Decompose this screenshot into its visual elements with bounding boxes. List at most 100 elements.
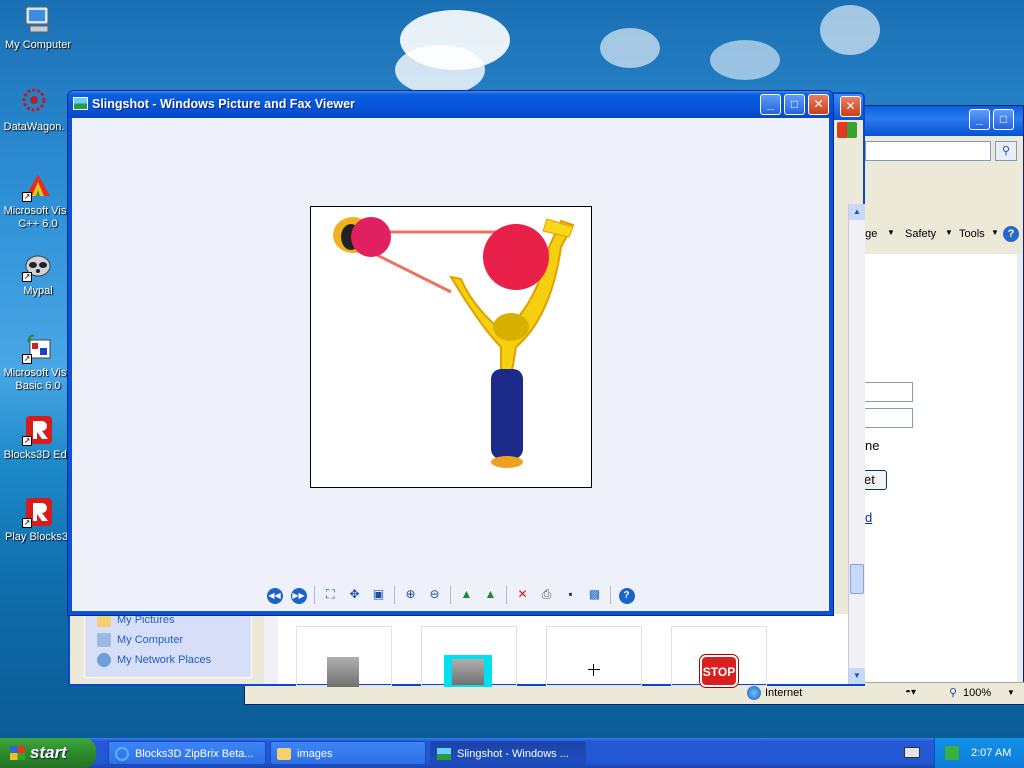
folder-scrollbar[interactable]: ▲ ▼ (848, 204, 865, 684)
edit-image-button[interactable]: ▩ (584, 584, 605, 605)
print-button[interactable]: ⎙ (536, 584, 557, 605)
folder-h-scroll[interactable] (264, 680, 848, 684)
ie-link[interactable]: d (865, 510, 872, 525)
cloud (395, 45, 485, 95)
desktop-icon-my-computer[interactable]: My Computer (0, 4, 76, 52)
save-icon: ▪ (568, 587, 573, 601)
toolbar-separator (314, 586, 315, 604)
thumbnail[interactable]: STOP (671, 626, 767, 687)
visual-basic-icon: ↗ (22, 332, 54, 364)
slideshow-icon: ▣ (372, 587, 385, 601)
rotate-counterclockwise-button[interactable]: ▲ (480, 584, 501, 605)
datawagon-icon (18, 86, 50, 118)
print-icon: ⎙ (541, 587, 552, 601)
mouse-cursor (588, 664, 600, 676)
ie-content: ne et d (861, 254, 1023, 684)
best-fit-button[interactable]: ⛶ (320, 584, 341, 605)
computer-icon (22, 4, 54, 36)
taskbar-item-slingshot[interactable]: Slingshot - Windows ... (430, 741, 586, 765)
actual-size-button[interactable]: ✥ (344, 584, 365, 605)
search-icon[interactable]: ⚲ (995, 141, 1017, 161)
toolbar-separator (506, 586, 507, 604)
ie-text-field[interactable] (863, 408, 913, 428)
maximize-button[interactable]: □ (784, 94, 805, 115)
help-button[interactable]: ? (616, 584, 637, 605)
next-image-button[interactable]: ▶▶ (288, 584, 309, 605)
scroll-up-arrow[interactable]: ▲ (849, 204, 865, 220)
folder-file-area: STOP (264, 614, 848, 687)
desktop-icon-datawagon[interactable]: DataWagon. (0, 86, 72, 134)
ie-search-input[interactable] (865, 141, 991, 161)
security-icon[interactable]: ◓▾ (905, 687, 916, 698)
blocks3d-icon: ↗ (22, 496, 54, 528)
ie-scrollbar[interactable] (1017, 254, 1023, 684)
zoom-out-button[interactable]: ⊖ (424, 584, 445, 605)
ie-icon (115, 747, 129, 761)
picture-viewer-title-bar[interactable]: Slingshot - Windows Picture and Fax View… (68, 91, 833, 118)
delete-button[interactable]: ✕ (512, 584, 533, 605)
chevron-down-icon[interactable]: ▼ (1007, 688, 1015, 697)
taskbar-item-images[interactable]: images (270, 741, 426, 765)
previous-image-button[interactable]: ◀◀ (264, 584, 285, 605)
desktop-icon-ms-vc[interactable]: ↗ Microsoft Visu C++ 6.0 (0, 170, 76, 231)
help-icon[interactable]: ? (1003, 226, 1019, 242)
rotate-clockwise-button[interactable]: ▲ (456, 584, 477, 605)
ie-status-zone: Internet (765, 687, 803, 699)
desktop-icon-mypal[interactable]: ↗ Mypal (0, 250, 76, 298)
desktop-icon-label: Microsoft Visu Basic 6.0 (3, 367, 73, 392)
desktop-icon-label: My Computer (4, 39, 72, 51)
zoom-in-button[interactable]: ⊕ (400, 584, 421, 605)
picture-viewer-window[interactable]: Slingshot - Windows Picture and Fax View… (67, 90, 834, 616)
slideshow-button[interactable]: ▣ (368, 584, 389, 605)
toolbar-separator (394, 586, 395, 604)
thumbnail[interactable] (546, 626, 642, 686)
taskbar-item-blocks3d[interactable]: Blocks3D ZipBrix Beta... (108, 741, 266, 765)
scroll-down-arrow[interactable]: ▼ (849, 668, 865, 684)
folder-other-places-panel: My Pictures My Computer My Network Place… (84, 613, 252, 678)
actual-size-icon: ✥ (349, 587, 360, 601)
minimize-button[interactable]: _ (760, 94, 781, 115)
zoom-in-icon: ⊕ (405, 587, 416, 601)
ie-maximize-button[interactable]: □ (993, 109, 1014, 130)
window-title: Slingshot - Windows Picture and Fax View… (92, 97, 355, 111)
best-fit-icon: ⛶ (326, 587, 335, 601)
raccoon-icon: ↗ (22, 250, 54, 282)
ie-zoom-level[interactable]: 100% (963, 687, 991, 699)
zoom-icon: ⚲ (949, 687, 958, 699)
previous-icon: ◀◀ (266, 588, 283, 604)
desktop-icon-label: Blocks3D Edit (3, 449, 73, 461)
network-tray-icon[interactable] (945, 746, 959, 760)
system-tray: 2:07 AM (934, 738, 1024, 768)
zoom-out-icon: ⊖ (429, 587, 440, 601)
help-icon: ? (618, 588, 635, 604)
network-icon (97, 653, 111, 667)
rotate-counterclockwise-icon: ▲ (484, 587, 497, 601)
desktop-icon-ms-vb[interactable]: ↗ Microsoft Visu Basic 6.0 (0, 332, 76, 393)
desktop-icon-label: DataWagon. (3, 121, 65, 133)
start-button[interactable]: start (0, 738, 96, 768)
thumbnail[interactable] (421, 626, 517, 687)
desktop-icon-play-blocks3d[interactable]: ↗ Play Blocks3I (0, 496, 76, 544)
desktop-icon-label: Play Blocks3I (4, 531, 72, 543)
desktop-icon-blocks3d-edit[interactable]: ↗ Blocks3D Edit (0, 414, 76, 462)
cloud (710, 40, 780, 80)
toolbar-separator (450, 586, 451, 604)
other-place-my-network[interactable]: My Network Places (97, 653, 211, 667)
folder-left-scroll[interactable] (264, 606, 278, 684)
chevron-down-icon: ▼ (945, 228, 953, 237)
ie-safety-menu[interactable]: Safety (905, 228, 936, 240)
keyboard-icon[interactable] (904, 747, 920, 758)
other-place-my-computer[interactable]: My Computer (97, 633, 183, 647)
save-button[interactable]: ▪ (560, 584, 581, 605)
cloud (600, 28, 660, 68)
thumbnail[interactable] (296, 626, 392, 687)
scroll-thumb[interactable] (850, 564, 864, 594)
toolbar-separator (610, 586, 611, 604)
ie-toolbar: age ▼ Safety ▼ Tools ▼ ? (859, 224, 1024, 246)
ie-text-field[interactable] (863, 382, 913, 402)
picture-viewer-canvas: ◀◀ ▶▶ ⛶ ✥ ▣ ⊕ ⊖ ▲ ▲ ✕ ⎙ ▪ ▩ ? (72, 118, 829, 611)
ie-minimize-button[interactable]: _ (969, 109, 990, 130)
folder-close-button[interactable]: ✕ (840, 96, 861, 117)
ie-tools-menu[interactable]: Tools (959, 228, 985, 240)
close-button[interactable]: ✕ (808, 94, 829, 115)
